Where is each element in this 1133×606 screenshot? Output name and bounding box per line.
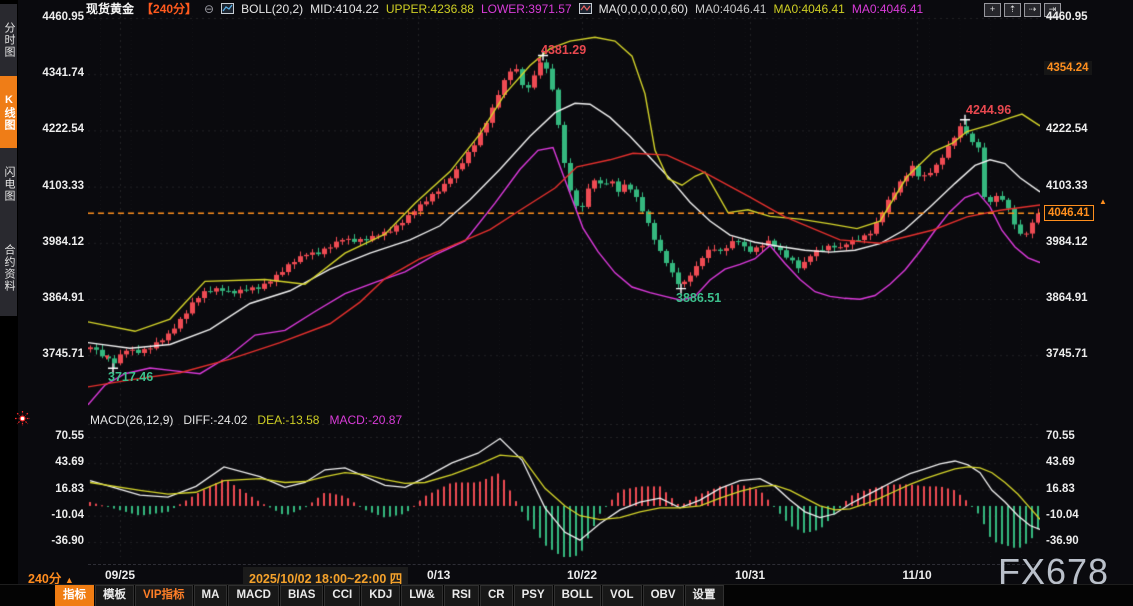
macd-axis-label-right: -36.90 <box>1046 535 1108 547</box>
date-tick: 0/13 <box>427 568 450 582</box>
macd-axis-label-right: 16.83 <box>1046 483 1108 495</box>
tab-MACD[interactable]: MACD <box>228 585 279 606</box>
macd-header: MACD(26,12,9) DIFF:-24.02 DEA:-13.58 MAC… <box>90 413 402 427</box>
tab-RSI[interactable]: RSI <box>444 585 479 606</box>
tab-VIP指标[interactable]: VIP指标 <box>135 585 193 606</box>
date-tick: 09/25 <box>105 568 135 582</box>
tab-指标[interactable]: 指标 <box>55 585 94 606</box>
tab-CR[interactable]: CR <box>480 585 513 606</box>
marker-arrow-icon: ▼ <box>103 353 111 362</box>
tab-BIAS[interactable]: BIAS <box>280 585 323 606</box>
sidebar-item-3[interactable]: 闪电图 <box>0 148 17 220</box>
tab-CCI[interactable]: CCI <box>324 585 360 606</box>
date-tick: 10/31 <box>735 568 765 582</box>
tab-KDJ[interactable]: KDJ <box>361 585 400 606</box>
date-tick: 10/22 <box>567 568 597 582</box>
current-price-badge: 4046.41 <box>1044 205 1094 221</box>
tab-MA[interactable]: MA <box>194 585 228 606</box>
y-axis-label-left: 4222.54 <box>22 123 84 135</box>
price-annotation: 3886.51 <box>676 291 721 305</box>
y-axis-label-right: 3984.12 <box>1046 236 1108 248</box>
macd-axis-label-right: 70.55 <box>1046 430 1108 442</box>
marker-arrow-icon: ▼ <box>535 56 543 65</box>
boll-indicator-icon[interactable] <box>221 3 234 14</box>
y-axis-label-right: 4460.95 <box>1046 11 1108 23</box>
high-price-badge: 4354.24 <box>1044 61 1092 75</box>
macd-axis-label-left: 70.55 <box>22 430 84 442</box>
macd-axis-label-left: -10.04 <box>22 509 84 521</box>
tab-OBV[interactable]: OBV <box>643 585 684 606</box>
price-up-arrow-icon: ▲ <box>1099 197 1107 206</box>
sidebar-item-1[interactable]: 分时图 <box>0 4 17 76</box>
macd-axis-label-right: -10.04 <box>1046 509 1108 521</box>
price-annotation: 3717.46 <box>108 370 153 384</box>
sidebar-item-2[interactable]: K线图 <box>0 76 17 148</box>
price-annotation: 4244.96 <box>966 103 1011 117</box>
tab-VOL[interactable]: VOL <box>602 585 642 606</box>
date-tick: 11/10 <box>902 568 931 582</box>
y-axis-label-right: 3745.71 <box>1046 348 1108 360</box>
y-axis-label-right: 4222.54 <box>1046 123 1108 135</box>
indicator-tab-bar: 指标模板VIP指标MAMACDBIASCCIKDJLW&RSICRPSYBOLL… <box>0 584 1133 606</box>
chart-type-sidebar: 分时图K线图闪电图合约资料 <box>0 0 18 606</box>
ma-indicator-icon[interactable] <box>579 3 592 14</box>
macd-axis-label-right: 43.69 <box>1046 456 1108 468</box>
alert-flash-icon <box>14 410 31 427</box>
y-axis-label-left: 3745.71 <box>22 348 84 360</box>
tab-模板[interactable]: 模板 <box>95 585 134 606</box>
macd-formula: MACD(26,12,9) <box>90 413 173 427</box>
tab-BOLL[interactable]: BOLL <box>554 585 601 606</box>
kline-chart-canvas[interactable] <box>88 14 1040 558</box>
tab-LW&[interactable]: LW& <box>401 585 443 606</box>
macd-macd-value: MACD:-20.87 <box>329 413 402 427</box>
macd-dea-value: DEA:-13.58 <box>257 413 319 427</box>
y-axis-label-left: 4460.95 <box>22 11 84 23</box>
macd-axis-label-left: 43.69 <box>22 456 84 468</box>
price-annotation: 4381.29 <box>541 43 586 57</box>
tab-设置[interactable]: 设置 <box>685 585 724 606</box>
tab-PSY[interactable]: PSY <box>514 585 553 606</box>
y-axis-label-right: 3864.91 <box>1046 292 1108 304</box>
y-axis-label-left: 4103.33 <box>22 180 84 192</box>
sidebar-item-4[interactable]: 合约资料 <box>0 220 17 316</box>
macd-axis-label-left: -36.90 <box>22 535 84 547</box>
indicator-tabs: 指标模板VIP指标MAMACDBIASCCIKDJLW&RSICRPSYBOLL… <box>55 585 725 606</box>
y-axis-label-left: 3984.12 <box>22 236 84 248</box>
macd-axis-label-left: 16.83 <box>22 483 84 495</box>
y-axis-label-right: 4103.33 <box>1046 180 1108 192</box>
y-axis-label-left: 3864.91 <box>22 292 84 304</box>
time-axis-separator <box>88 564 1040 565</box>
macd-diff-value: DIFF:-24.02 <box>183 413 247 427</box>
trading-app-window: 分时图K线图闪电图合约资料 现货黄金 【240分】 ⊖ BOLL(20,2) M… <box>0 0 1133 606</box>
y-axis-label-left: 4341.74 <box>22 67 84 79</box>
